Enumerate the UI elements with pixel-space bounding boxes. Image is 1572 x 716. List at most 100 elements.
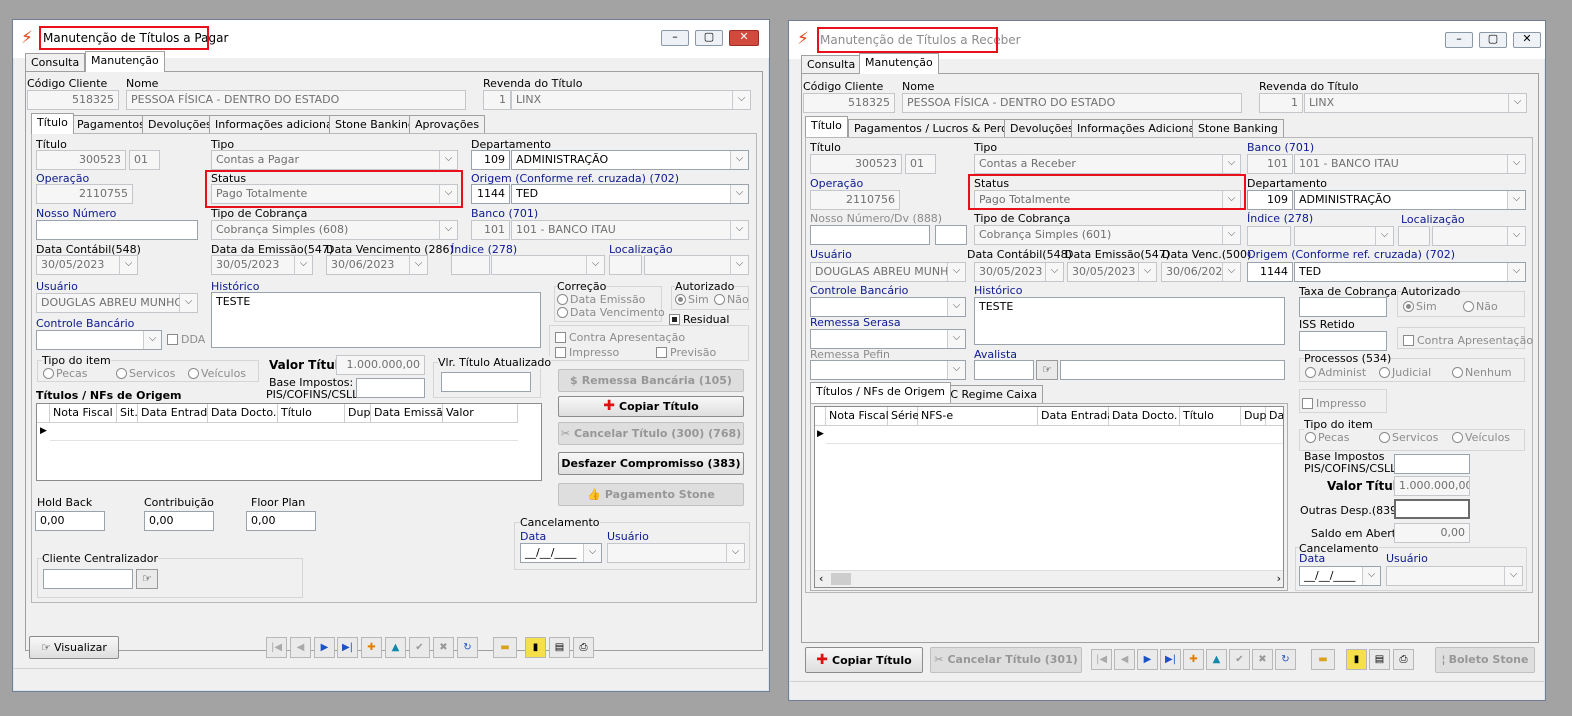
revenda-select[interactable]: LINX [511, 90, 751, 110]
remessa-serasa-label[interactable]: Remessa Serasa [810, 316, 901, 329]
subtab-pagamentos[interactable]: Pagamentos [71, 115, 151, 133]
subtab-titulo[interactable]: Título [805, 116, 848, 137]
subtab-info-adicionais[interactable]: Informações adicionais [209, 115, 348, 133]
valor-titulo-field[interactable]: 1.000.000,00 [336, 355, 425, 375]
processos-judicial-radio[interactable]: Judicial [1379, 366, 1431, 379]
base-impostos-field[interactable] [1394, 454, 1470, 474]
codigo-cliente-field[interactable]: 518325 [27, 90, 119, 110]
nav-last-button[interactable]: ▶| [337, 637, 358, 658]
minimize-button[interactable]: – [1445, 32, 1473, 48]
revenda-num-field[interactable]: 1 [483, 90, 511, 110]
nav-add-button[interactable]: ✚ [1183, 649, 1204, 670]
correcao-data-emissao-radio[interactable]: Data Emissão [557, 293, 645, 306]
nav-up-button[interactable]: ▲ [385, 637, 406, 658]
departamento-num-field[interactable]: 109 [1247, 190, 1293, 210]
avalista-field[interactable] [974, 360, 1034, 380]
nav-next-button[interactable]: ▶ [314, 637, 335, 658]
grid-tab-titulos-nfs[interactable]: Títulos / NFs de Origem [810, 382, 952, 403]
nome-field[interactable]: PESSOA FÍSICA - DENTRO DO ESTADO [902, 93, 1242, 113]
tab-consulta[interactable]: Consulta [25, 53, 86, 71]
nav-next-button[interactable]: ▶ [1137, 649, 1158, 670]
nav-refresh-button[interactable]: ↻ [457, 637, 478, 658]
exit-icon[interactable]: ▮ [525, 637, 546, 658]
nav-prev-button[interactable]: ◀ [1114, 649, 1135, 670]
departamento-num-field[interactable]: 109 [471, 150, 510, 170]
subtab-titulo[interactable]: Título [31, 113, 74, 134]
grid-col-nota-fiscal[interactable]: Nota Fiscal [50, 404, 117, 423]
cancelamento-usuario-select[interactable] [1386, 566, 1523, 586]
banco-select[interactable]: 101 - BANCO ITAU [511, 220, 749, 240]
subtab-pagamentos-lucros[interactable]: Pagamentos / Lucros & Perdas [848, 119, 1027, 137]
data-contabil-field[interactable]: 30/05/2023 [36, 255, 138, 275]
floor-plan-field[interactable]: 0,00 [246, 511, 316, 531]
grid-empty-row[interactable] [826, 426, 1283, 444]
nav-cancel-button[interactable]: ✖ [1252, 649, 1273, 670]
hold-back-field[interactable]: 0,00 [35, 511, 105, 531]
contra-apresentacao-checkbox[interactable]: Contra Apresentação [1403, 334, 1533, 347]
folder-icon[interactable]: ▬ [493, 637, 517, 658]
correcao-data-vencimento-radio[interactable]: Data Vencimento [557, 306, 665, 319]
nosso-numero-field[interactable] [36, 220, 198, 240]
cancelamento-data-label[interactable]: Data [1299, 552, 1325, 565]
origem-num-field[interactable]: 1144 [471, 184, 510, 204]
autorizado-nao-radio[interactable]: Não [714, 293, 749, 306]
data-venc-field[interactable]: 30/06/2023 [1161, 262, 1241, 282]
titulo-seq-field[interactable]: 01 [905, 154, 936, 174]
nosso-numero-dv-field[interactable] [935, 225, 967, 245]
indice-select[interactable] [1294, 226, 1394, 246]
processos-nenhum-radio[interactable]: Nenhum [1452, 366, 1512, 379]
taxa-cobranca-field[interactable] [1299, 297, 1387, 317]
origem-label[interactable]: Origem (Conforme ref. cruzada) (702) [1247, 248, 1455, 261]
grid-col-nota-fiscal[interactable]: Nota Fiscal [826, 407, 889, 426]
nav-up-button[interactable]: ▲ [1206, 649, 1227, 670]
codigo-cliente-field[interactable]: 518325 [803, 93, 895, 113]
desfazer-compromisso-button[interactable]: Desfazer Compromisso (383) [558, 452, 744, 475]
cancelamento-data-field[interactable]: __/__/____ [520, 543, 602, 563]
remessa-bancaria-button[interactable]: $ Remessa Bancária (105) [558, 369, 744, 392]
vlr-atualizado-field[interactable] [441, 372, 531, 392]
titulo-seq-field[interactable]: 01 [129, 150, 160, 170]
pagamento-stone-button[interactable]: 👍 Pagamento Stone [558, 483, 744, 506]
nav-confirm-button[interactable]: ✔ [409, 637, 430, 658]
data-vencimento-field[interactable]: 30/06/2023 [326, 255, 428, 275]
close-button[interactable]: ✕ [729, 30, 759, 46]
localizacao-field[interactable] [609, 255, 642, 275]
localizacao-select[interactable] [1432, 226, 1526, 246]
report-icon[interactable]: ▤ [549, 637, 570, 658]
origem-num-field[interactable]: 1144 [1247, 262, 1293, 282]
valor-titulo-field[interactable]: 1.000.000,00 [1394, 476, 1470, 496]
print-icon[interactable]: ⎙ [1393, 649, 1414, 670]
usuario-label[interactable]: Usuário [810, 248, 852, 261]
tipo-select[interactable]: Contas a Receber [974, 154, 1241, 174]
grid-col-dup[interactable]: Dup [1241, 407, 1266, 426]
revenda-num-field[interactable]: 1 [1259, 93, 1303, 113]
report-icon[interactable]: ▤ [1369, 649, 1390, 670]
cancelamento-data-label[interactable]: Data [520, 530, 546, 543]
localizacao-field[interactable] [1398, 226, 1430, 246]
nosso-numero-field[interactable] [810, 225, 930, 245]
grid-col-titulo[interactable]: Título [1180, 407, 1241, 426]
print-icon[interactable]: ⎙ [573, 637, 594, 658]
nav-last-button[interactable]: ▶| [1160, 649, 1181, 670]
outras-desp-field[interactable] [1394, 499, 1470, 519]
origem-select[interactable]: TED [1294, 262, 1526, 282]
titulos-nfs-grid[interactable]: Nota Fiscal Série NFS-e Data Entrada Dat… [814, 406, 1284, 588]
tab-manutencao[interactable]: Manutenção [859, 53, 939, 74]
indice-field[interactable] [1247, 226, 1291, 246]
nosso-numero-label[interactable]: Nosso Número [36, 207, 116, 220]
grid-col-serie[interactable]: Série [888, 407, 919, 426]
tipo-item-pecas-radio[interactable]: Pecas [1305, 431, 1350, 444]
grid-empty-row[interactable] [50, 423, 518, 441]
subtab-devolucoes[interactable]: Devoluções [1004, 119, 1080, 137]
historico-label[interactable]: Histórico [974, 284, 1022, 297]
departamento-select[interactable]: ADMINISTRAÇÃO [1294, 190, 1526, 210]
cancelar-titulo-button[interactable]: ✂ Cancelar Título (301) [930, 647, 1082, 673]
grid-col-nfse[interactable]: NFS-e [918, 407, 1038, 426]
indice-select[interactable] [491, 255, 605, 275]
subtab-info-adicionais[interactable]: Informações Adicionais [1071, 119, 1211, 137]
indice-field[interactable] [451, 255, 490, 275]
tipo-item-veiculos-radio[interactable]: Veículos [1452, 431, 1510, 444]
cliente-centralizador-field[interactable] [43, 569, 133, 589]
localizacao-select[interactable] [644, 255, 749, 275]
departamento-select[interactable]: ADMINISTRAÇÃO [511, 150, 749, 170]
